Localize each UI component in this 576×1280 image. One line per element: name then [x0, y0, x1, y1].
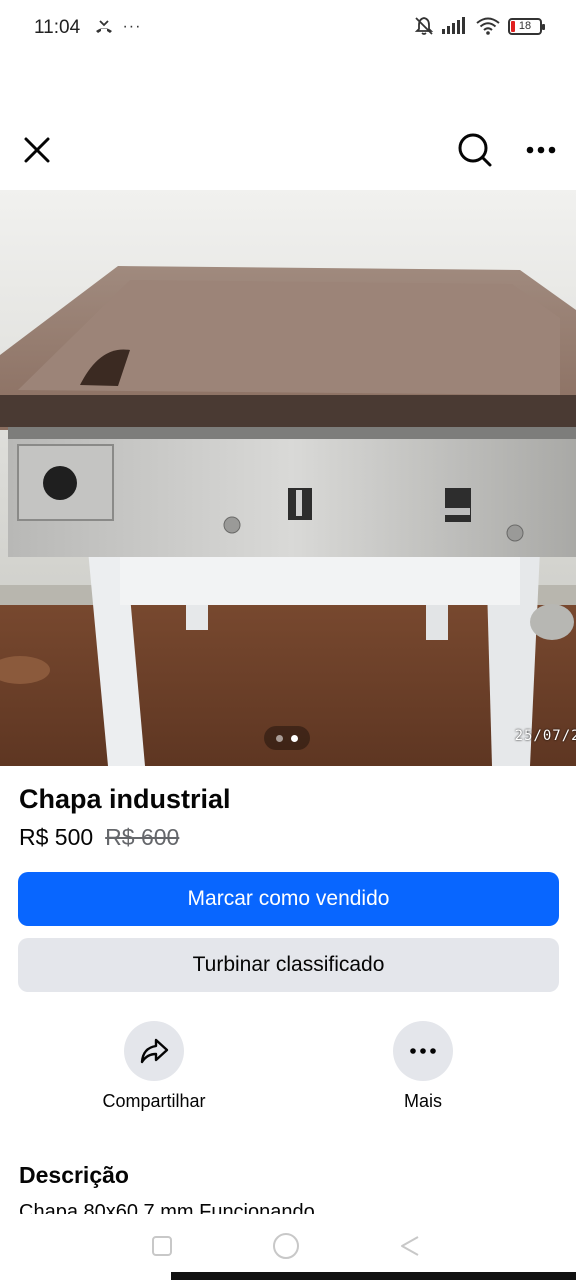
recent-apps-icon[interactable] — [150, 1234, 174, 1258]
close-icon — [24, 137, 50, 163]
close-button[interactable] — [15, 128, 59, 172]
more-label: Mais — [403, 1091, 442, 1111]
battery-tip — [542, 23, 545, 30]
description-heading: Descrição — [19, 1162, 129, 1188]
price-row: R$ 500 R$ 600 — [19, 824, 179, 851]
search-button[interactable] — [453, 128, 497, 172]
status-right-icons: 18 — [414, 16, 545, 36]
battery-icon: 18 — [508, 17, 545, 35]
current-price: R$ 500 — [19, 824, 94, 850]
griddle-image — [0, 190, 576, 766]
back-icon[interactable] — [398, 1234, 422, 1258]
share-action[interactable]: Compartilhar — [84, 1021, 224, 1112]
pagination-dot-2[interactable] — [291, 734, 298, 742]
photo-date-stamp: 25/07/20 — [514, 728, 576, 744]
top-nav — [0, 120, 576, 182]
battery-fill — [511, 20, 515, 32]
product-photo[interactable]: 25/07/20 — [0, 190, 576, 766]
mark-sold-button[interactable]: Marcar como vendido — [18, 872, 559, 926]
description-text-container: Chapa 80x60 7,mm Funcionando — [19, 1200, 559, 1214]
wifi-icon — [476, 17, 500, 35]
more-action[interactable]: Mais — [353, 1021, 493, 1112]
search-icon — [458, 133, 492, 167]
mute-icon — [414, 17, 434, 35]
photo-pagination — [264, 726, 310, 750]
status-left-icons: ··· — [94, 18, 141, 36]
home-indicator-bar — [171, 1272, 576, 1280]
share-icon — [140, 1038, 169, 1064]
home-icon[interactable] — [272, 1232, 300, 1260]
missed-call-icon — [96, 20, 112, 33]
status-bar: 11:04 ··· 18 — [0, 0, 576, 58]
old-price: R$ 600 — [105, 824, 180, 850]
pagination-dot-1[interactable] — [276, 734, 283, 742]
system-nav-bar — [0, 1214, 576, 1280]
boost-listing-button[interactable]: Turbinar classificado — [18, 938, 559, 992]
share-button[interactable] — [124, 1021, 184, 1081]
signal-icon — [442, 17, 465, 34]
status-time: 11:04 — [34, 17, 81, 38]
more-options-button[interactable] — [519, 128, 563, 172]
battery-level: 18 — [518, 19, 532, 32]
description-text: Chapa 80x60 7,mm Funcionando — [19, 1201, 315, 1214]
more-icon — [526, 146, 556, 154]
listing-title: Chapa industrial — [19, 784, 231, 814]
more-icon — [410, 1048, 436, 1054]
more-notifications-icon: ··· — [122, 18, 142, 35]
more-button[interactable] — [393, 1021, 453, 1081]
share-label: Compartilhar — [102, 1091, 206, 1111]
